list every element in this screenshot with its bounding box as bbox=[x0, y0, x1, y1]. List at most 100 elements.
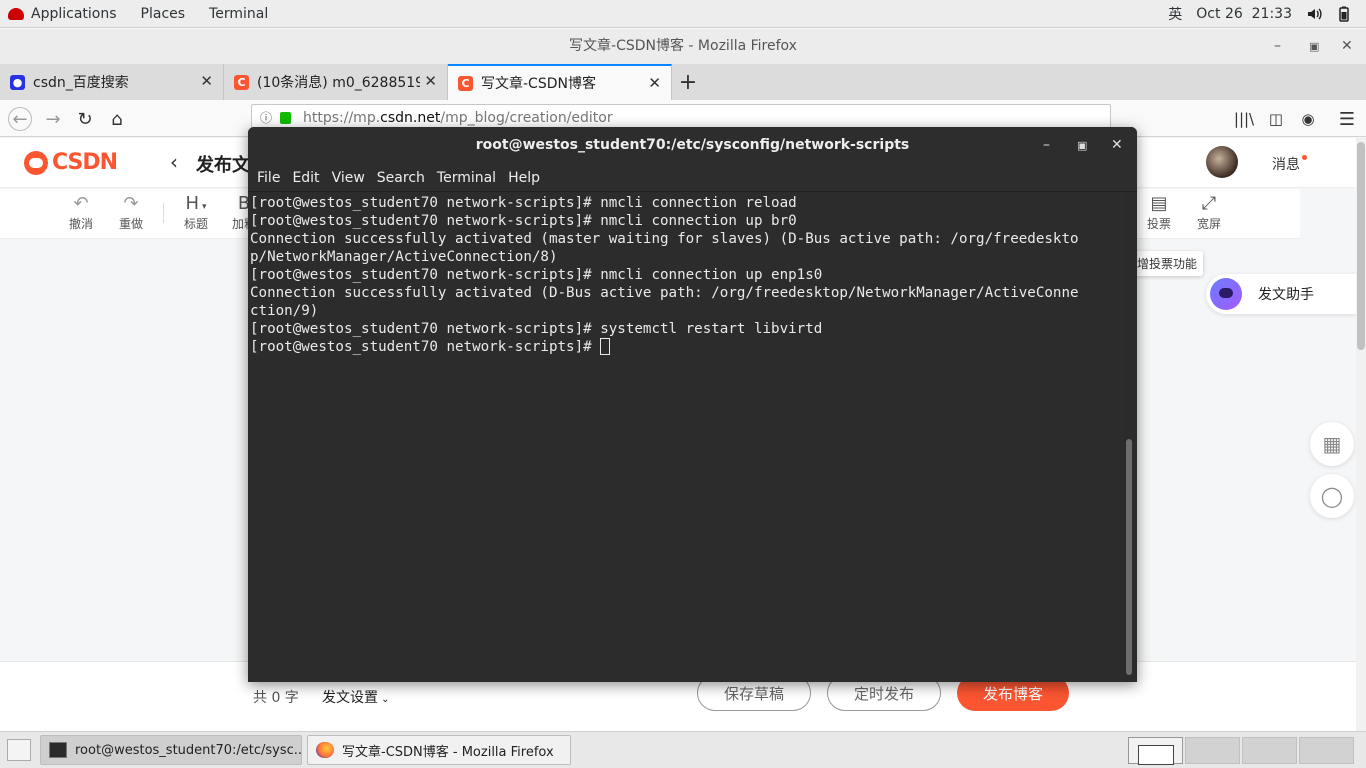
heading-button[interactable]: H ▾ 标题 bbox=[176, 193, 216, 232]
sidebar-icon[interactable]: ◫ bbox=[1264, 107, 1288, 131]
terminal-window: root@westos_student70:/etc/sysconfig/net… bbox=[248, 127, 1137, 682]
home-icon[interactable]: ⌂ bbox=[105, 107, 129, 131]
menu-edit[interactable]: Edit bbox=[286, 170, 325, 186]
back-arrow-icon[interactable]: ← bbox=[8, 107, 32, 131]
terminal-line: [root@westos_student70 network-scripts]#… bbox=[250, 213, 797, 229]
library-icon[interactable]: |||\ bbox=[1232, 107, 1256, 131]
terminal-icon bbox=[49, 742, 67, 758]
avatar[interactable] bbox=[1206, 146, 1238, 178]
menu-view[interactable]: View bbox=[326, 170, 371, 186]
minimize-icon[interactable]: – bbox=[1043, 127, 1050, 164]
workspace-4[interactable] bbox=[1299, 737, 1354, 764]
workspace-3[interactable] bbox=[1242, 737, 1297, 764]
terminal-titlebar[interactable]: root@westos_student70:/etc/sysconfig/net… bbox=[248, 127, 1137, 164]
qrcode-icon[interactable]: ▦ bbox=[1310, 422, 1354, 466]
redo-button[interactable]: ↷ 重做 bbox=[111, 193, 151, 232]
taskbar-firefox-label: 写文章-CSDN博客 - Mozilla Firefox bbox=[342, 744, 554, 760]
chevron-down-icon: ⌄ bbox=[378, 694, 390, 705]
csdn-logo-text: CSDN bbox=[52, 150, 118, 175]
tab-baidu[interactable]: ● csdn_百度搜索 ✕ bbox=[0, 64, 224, 100]
menu-help[interactable]: Help bbox=[502, 170, 546, 186]
new-tab-button[interactable]: + bbox=[672, 64, 704, 100]
places-menu[interactable]: Places bbox=[129, 0, 198, 28]
tab-csdn-messages[interactable]: C (10条消息) m0_628851945 ✕ bbox=[224, 64, 448, 100]
word-count: 共 0 字 bbox=[253, 690, 299, 706]
terminal-output[interactable]: [root@westos_student70 network-scripts]#… bbox=[248, 193, 1124, 682]
vote-label: 投票 bbox=[1146, 217, 1171, 231]
notification-dot bbox=[1302, 155, 1307, 160]
chevron-left-icon[interactable]: ‹ bbox=[170, 150, 178, 174]
url-domain: csdn.net bbox=[380, 110, 441, 126]
redo-label: 重做 bbox=[118, 217, 143, 231]
reload-icon[interactable]: ↻ bbox=[73, 107, 97, 131]
forward-arrow-icon[interactable]: → bbox=[41, 107, 65, 131]
redhat-icon bbox=[8, 7, 24, 20]
taskbar-terminal[interactable]: root@westos_student70:/etc/sysc... bbox=[40, 735, 302, 765]
terminal-line: [root@westos_student70 network-scripts]#… bbox=[250, 267, 823, 283]
terminal-prompt-line: [root@westos_student70 network-scripts]# bbox=[250, 338, 1122, 356]
terminal-line: ction/9) bbox=[250, 303, 319, 319]
page-scrollbar-thumb[interactable] bbox=[1357, 142, 1365, 350]
lock-icon bbox=[280, 112, 291, 124]
gnome-top-bar: Applications Places Terminal 英 Oct 26 21… bbox=[0, 0, 1366, 28]
tab-label: csdn_百度搜索 bbox=[33, 75, 129, 91]
tab-close-icon[interactable]: ✕ bbox=[196, 72, 213, 90]
clock[interactable]: Oct 26 21:33 bbox=[1196, 6, 1292, 22]
extension-icon[interactable]: ◉ bbox=[1296, 107, 1320, 131]
terminal-menubar: File Edit View Search Terminal Help bbox=[248, 164, 1137, 192]
volume-icon[interactable] bbox=[1306, 6, 1322, 22]
terminal-line: p/NetworkManager/ActiveConnection/8) bbox=[250, 249, 558, 265]
vote-icon: ▤ bbox=[1150, 193, 1168, 214]
menu-search[interactable]: Search bbox=[371, 170, 431, 186]
headset-icon[interactable]: ◯ bbox=[1310, 474, 1354, 518]
terminal-app-menu[interactable]: Terminal bbox=[197, 0, 280, 28]
show-desktop-icon[interactable] bbox=[7, 739, 31, 761]
terminal-title: root@westos_student70:/etc/sysconfig/net… bbox=[475, 137, 910, 153]
post-settings-dropdown[interactable]: 发文设置 ⌄ bbox=[322, 687, 390, 707]
tab-close-icon[interactable]: ✕ bbox=[420, 72, 437, 90]
url-prefix: https://mp. bbox=[303, 110, 381, 126]
taskbar-firefox[interactable]: 写文章-CSDN博客 - Mozilla Firefox bbox=[307, 735, 571, 765]
widescreen-button[interactable]: ⤢ 宽屏 bbox=[1189, 193, 1229, 232]
terminal-prompt: [root@westos_student70 network-scripts]# bbox=[250, 339, 601, 355]
heading-label: 标题 bbox=[183, 217, 208, 231]
writing-assistant-button[interactable]: 发文助手 bbox=[1206, 274, 1356, 314]
applications-label: Applications bbox=[31, 5, 117, 22]
workspace-2[interactable] bbox=[1185, 737, 1240, 764]
csdn-c-icon: C bbox=[458, 75, 473, 91]
applications-menu[interactable]: Applications bbox=[0, 0, 129, 28]
tab-close-icon[interactable]: ✕ bbox=[644, 74, 661, 92]
power-icon[interactable] bbox=[1336, 6, 1352, 22]
tab-label: (10条消息) m0_628851945 bbox=[257, 75, 437, 91]
tab-strip: ● csdn_百度搜索 ✕ C (10条消息) m0_628851945 ✕ C… bbox=[0, 64, 1366, 100]
baidu-paw-icon: ● bbox=[10, 74, 25, 90]
menu-terminal[interactable]: Terminal bbox=[431, 170, 502, 186]
terminal-line: Connection successfully activated (D-Bus… bbox=[250, 285, 1079, 301]
firefox-window-title: 写文章-CSDN博客 - Mozilla Firefox bbox=[569, 38, 797, 54]
minimize-icon[interactable]: – bbox=[1274, 29, 1281, 64]
terminal-line: [root@westos_student70 network-scripts]#… bbox=[250, 195, 797, 211]
csdn-logo[interactable]: CSDN bbox=[24, 150, 118, 175]
page-title: 发布文 bbox=[196, 155, 250, 176]
close-icon[interactable]: ✕ bbox=[1111, 127, 1123, 164]
terminal-line: [root@westos_student70 network-scripts]#… bbox=[250, 321, 823, 337]
vote-button[interactable]: ▤ 投票 bbox=[1139, 193, 1179, 232]
url-path: /mp_blog/creation/editor bbox=[440, 110, 613, 126]
firefox-titlebar: 写文章-CSDN博客 - Mozilla Firefox – ▣ ✕ bbox=[0, 29, 1366, 64]
undo-button[interactable]: ↶ 撤消 bbox=[61, 193, 101, 232]
input-method-indicator[interactable]: 英 bbox=[1168, 4, 1182, 24]
tab-csdn-editor[interactable]: C 写文章-CSDN博客 ✕ bbox=[448, 64, 672, 100]
menu-file[interactable]: File bbox=[251, 170, 286, 186]
taskbar-terminal-label: root@westos_student70:/etc/sysc... bbox=[75, 742, 302, 758]
widescreen-label: 宽屏 bbox=[1196, 217, 1221, 231]
csdn-mascot-icon bbox=[24, 150, 48, 175]
maximize-icon[interactable]: ▣ bbox=[1309, 29, 1319, 64]
close-icon[interactable]: ✕ bbox=[1341, 29, 1353, 64]
menu-hamburger-icon[interactable]: ☰ bbox=[1335, 107, 1359, 131]
maximize-icon[interactable]: ▣ bbox=[1077, 127, 1087, 164]
terminal-scrollbar[interactable] bbox=[1126, 439, 1132, 675]
tab-label: 写文章-CSDN博客 bbox=[481, 76, 596, 92]
messages-link[interactable]: 消息 bbox=[1272, 154, 1300, 174]
workspace-1[interactable] bbox=[1128, 737, 1183, 765]
heading-icon: H ▾ bbox=[185, 193, 207, 214]
